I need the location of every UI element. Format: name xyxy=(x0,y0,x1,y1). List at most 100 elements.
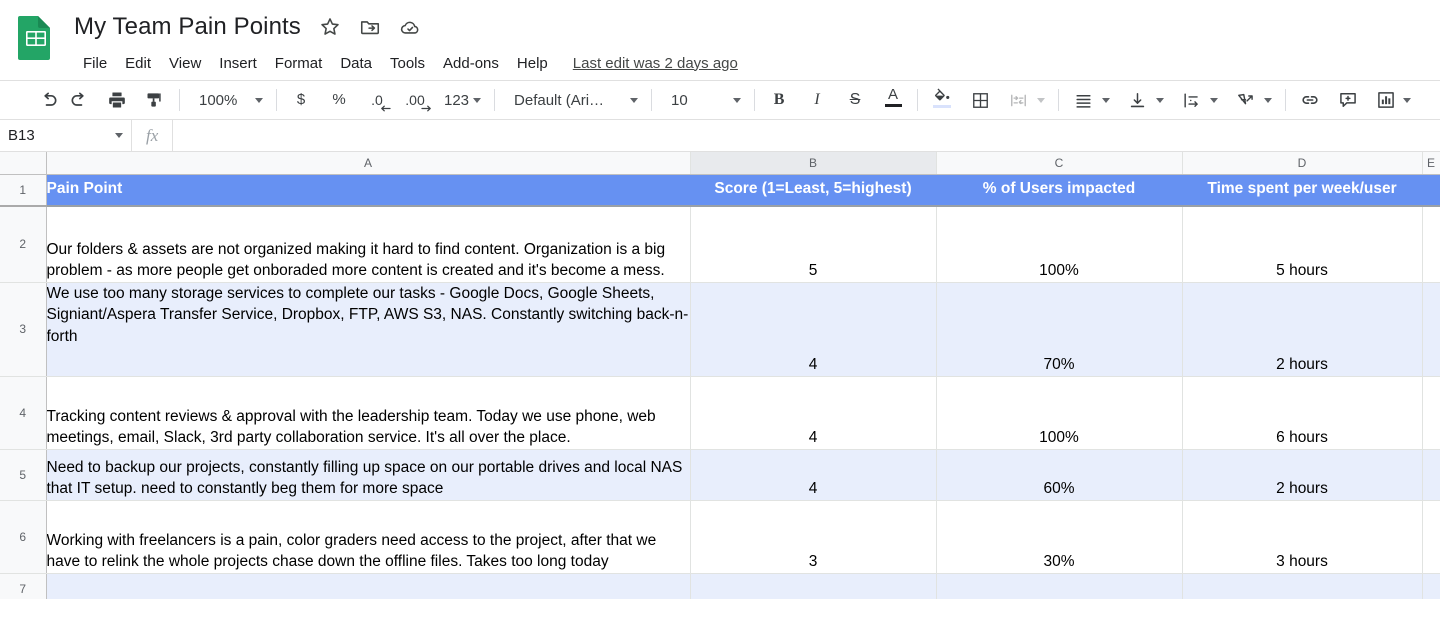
row-header-7[interactable]: 7 xyxy=(0,573,47,599)
last-edit-status[interactable]: Last edit was 2 days ago xyxy=(573,55,738,72)
formula-input[interactable] xyxy=(173,120,1440,151)
cell-b2[interactable]: 5 xyxy=(690,206,937,283)
cell-a3[interactable]: We use too many storage services to comp… xyxy=(46,282,691,377)
move-to-folder-icon[interactable] xyxy=(359,16,381,38)
star-icon[interactable] xyxy=(319,16,341,38)
cell-b7[interactable] xyxy=(690,573,937,599)
cell-c6[interactable]: 30% xyxy=(936,500,1183,574)
decrease-decimal-button[interactable]: .0 xyxy=(362,86,392,114)
cell-c3[interactable]: 70% xyxy=(936,282,1183,377)
cell-b3[interactable]: 4 xyxy=(690,282,937,377)
chevron-down-icon xyxy=(1156,97,1165,103)
document-title[interactable]: My Team Pain Points xyxy=(74,13,301,41)
cell-c1[interactable]: % of Users impacted xyxy=(936,174,1183,207)
insert-link-button[interactable] xyxy=(1295,86,1325,114)
text-wrap-button[interactable] xyxy=(1176,86,1206,114)
cell-d7[interactable] xyxy=(1182,573,1423,599)
italic-button[interactable]: I xyxy=(802,86,832,114)
menu-item-data[interactable]: Data xyxy=(331,53,381,74)
vertical-align-button[interactable] xyxy=(1122,86,1152,114)
row-header-3[interactable]: 3 xyxy=(0,282,47,377)
cell-e1[interactable] xyxy=(1422,174,1440,207)
column-header-b[interactable]: B xyxy=(690,152,937,175)
cell-b6[interactable]: 3 xyxy=(690,500,937,574)
cell-b5[interactable]: 4 xyxy=(690,449,937,501)
cell-e7[interactable] xyxy=(1422,573,1440,599)
cell-e3[interactable] xyxy=(1422,282,1440,377)
toolbar-overflow-button[interactable] xyxy=(1401,86,1413,114)
cell-e4[interactable] xyxy=(1422,376,1440,450)
cell-e5[interactable] xyxy=(1422,449,1440,501)
fill-color-button[interactable] xyxy=(927,86,957,114)
increase-decimal-button[interactable]: .00 xyxy=(400,86,431,114)
cell-a1[interactable]: Pain Point xyxy=(46,174,691,207)
spreadsheet-grid[interactable]: A B C D E 1 Pain Point Score (1=Least, 5… xyxy=(0,152,1440,599)
menu-item-help[interactable]: Help xyxy=(508,53,557,74)
column-header-d[interactable]: D xyxy=(1182,152,1423,175)
font-family-selector[interactable]: Default (Ari… xyxy=(504,86,642,114)
merge-cells-dropdown[interactable] xyxy=(1033,86,1049,114)
cell-b1[interactable]: Score (1=Least, 5=highest) xyxy=(690,174,937,207)
cell-d4[interactable]: 6 hours xyxy=(1182,376,1423,450)
insert-comment-button[interactable] xyxy=(1333,86,1363,114)
row-header-4[interactable]: 4 xyxy=(0,376,47,450)
cell-b4[interactable]: 4 xyxy=(690,376,937,450)
menu-item-edit[interactable]: Edit xyxy=(116,53,160,74)
cell-d3[interactable]: 2 hours xyxy=(1182,282,1423,377)
cell-e6[interactable] xyxy=(1422,500,1440,574)
column-header-c[interactable]: C xyxy=(936,152,1183,175)
cell-d2[interactable]: 5 hours xyxy=(1182,206,1423,283)
horizontal-align-dropdown[interactable] xyxy=(1098,86,1114,114)
bold-button[interactable]: B xyxy=(764,86,794,114)
menu-item-view[interactable]: View xyxy=(160,53,210,74)
cell-c7[interactable] xyxy=(936,573,1183,599)
cell-a7[interactable] xyxy=(46,573,691,599)
horizontal-align-button[interactable] xyxy=(1068,86,1098,114)
select-all-corner[interactable] xyxy=(0,152,47,175)
cell-a4[interactable]: Tracking content reviews & approval with… xyxy=(46,376,691,450)
paint-format-button[interactable] xyxy=(140,86,170,114)
cell-d6[interactable]: 3 hours xyxy=(1182,500,1423,574)
cell-a5[interactable]: Need to backup our projects, constantly … xyxy=(46,449,691,501)
cell-c4[interactable]: 100% xyxy=(936,376,1183,450)
text-color-button[interactable]: A xyxy=(878,86,908,114)
menu-item-file[interactable]: File xyxy=(74,53,116,74)
text-rotation-button[interactable] xyxy=(1230,86,1260,114)
row-header-5[interactable]: 5 xyxy=(0,449,47,501)
cell-a6[interactable]: Working with freelancers is a pain, colo… xyxy=(46,500,691,574)
menu-item-insert[interactable]: Insert xyxy=(210,53,266,74)
merge-cells-button[interactable] xyxy=(1003,86,1033,114)
currency-format-button[interactable]: $ xyxy=(286,86,316,114)
more-formats-selector[interactable]: 123 xyxy=(438,86,485,114)
row-header-2[interactable]: 2 xyxy=(0,206,47,283)
menu-item-add-ons[interactable]: Add-ons xyxy=(434,53,508,74)
cell-c5[interactable]: 60% xyxy=(936,449,1183,501)
undo-button[interactable] xyxy=(34,86,64,114)
cell-d5[interactable]: 2 hours xyxy=(1182,449,1423,501)
strikethrough-button[interactable]: S xyxy=(840,86,870,114)
name-box[interactable]: B13 xyxy=(0,120,132,151)
print-button[interactable] xyxy=(102,86,132,114)
menu-item-tools[interactable]: Tools xyxy=(381,53,434,74)
row-header-6[interactable]: 6 xyxy=(0,500,47,574)
text-wrap-dropdown[interactable] xyxy=(1206,86,1222,114)
menu-item-format[interactable]: Format xyxy=(266,53,332,74)
redo-button[interactable] xyxy=(64,86,94,114)
row-header-1[interactable]: 1 xyxy=(0,174,47,207)
column-header-e[interactable]: E xyxy=(1422,152,1440,175)
percent-format-button[interactable]: % xyxy=(324,86,354,114)
column-header-a[interactable]: A xyxy=(46,152,691,175)
cell-e2[interactable] xyxy=(1422,206,1440,283)
vertical-align-dropdown[interactable] xyxy=(1152,86,1168,114)
text-rotation-dropdown[interactable] xyxy=(1260,86,1276,114)
borders-button[interactable] xyxy=(965,86,995,114)
zoom-selector[interactable]: 100% xyxy=(189,86,267,114)
font-size-selector[interactable]: 10 xyxy=(661,86,745,114)
cloud-check-icon[interactable] xyxy=(399,16,421,38)
cell-c2[interactable]: 100% xyxy=(936,206,1183,283)
cell-a2[interactable]: Our folders & assets are not organized m… xyxy=(46,206,691,283)
insert-chart-button[interactable] xyxy=(1371,86,1401,114)
chevron-down-icon[interactable] xyxy=(115,133,123,138)
function-button[interactable]: fx xyxy=(132,120,174,151)
cell-d1[interactable]: Time spent per week/user xyxy=(1182,174,1423,207)
